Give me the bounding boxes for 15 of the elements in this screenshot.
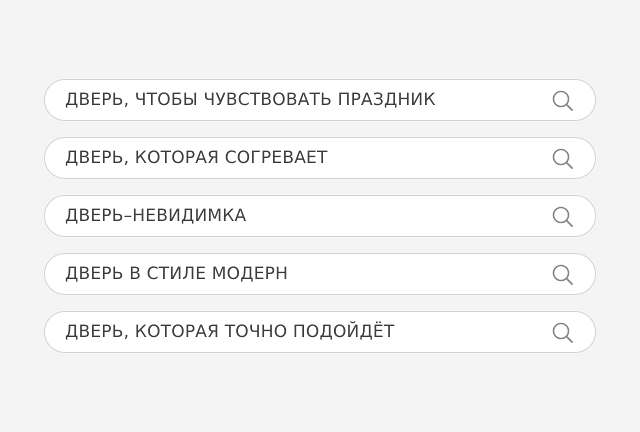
search-query: ДВЕРЬ, ЧТОБЫ ЧУВСТВОВАТЬ ПРАЗДНИК — [65, 89, 437, 111]
search-query: ДВЕРЬ, КОТОРАЯ СОГРЕВАЕТ — [65, 147, 329, 169]
search-field[interactable]: ДВЕРЬ–НЕВИДИМКА — [44, 195, 596, 237]
search-field[interactable]: ДВЕРЬ, КОТОРАЯ ТОЧНО ПОДОЙДЁТ — [44, 311, 596, 353]
search-field[interactable]: ДВЕРЬ В СТИЛЕ МОДЕРН — [44, 253, 596, 295]
search-field[interactable]: ДВЕРЬ, КОТОРАЯ СОГРЕВАЕТ — [44, 137, 596, 179]
search-query: ДВЕРЬ, КОТОРАЯ ТОЧНО ПОДОЙДЁТ — [65, 321, 396, 343]
search-icon — [552, 90, 573, 110]
search-icon — [552, 264, 573, 284]
search-field[interactable]: ДВЕРЬ, ЧТОБЫ ЧУВСТВОВАТЬ ПРАЗДНИК — [44, 79, 596, 121]
search-icon — [552, 206, 573, 226]
search-query: ДВЕРЬ В СТИЛЕ МОДЕРН — [65, 263, 290, 285]
search-icon — [552, 148, 573, 168]
search-query: ДВЕРЬ–НЕВИДИМКА — [65, 205, 248, 227]
search-icon — [552, 322, 573, 342]
